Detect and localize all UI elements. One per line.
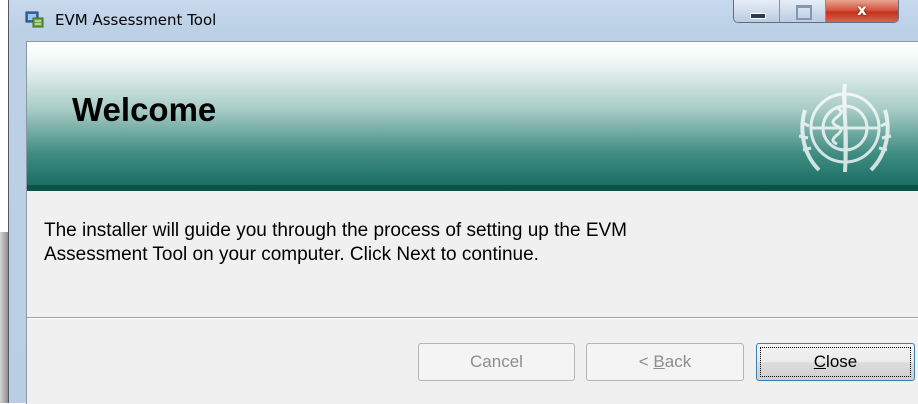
focus-rectangle (760, 347, 911, 377)
cancel-button[interactable]: Cancel (418, 343, 575, 381)
installer-message: The installer will guide you through the… (44, 219, 814, 267)
installer-app-icon (25, 11, 44, 28)
back-mnemonic: B (653, 352, 665, 371)
back-label-rest: ack (664, 352, 692, 371)
back-prefix: < (638, 352, 654, 371)
dialog-client-area: Welcome The installer will guide you thr… (26, 41, 918, 404)
welcome-banner: Welcome (27, 42, 918, 191)
window-title: EVM Assessment Tool (55, 11, 217, 29)
message-line-2: Assessment Tool on your computer. Click … (44, 244, 539, 265)
maximize-button[interactable] (780, 0, 826, 22)
back-button[interactable]: < Back (586, 343, 744, 381)
un-emblem-icon (798, 83, 892, 173)
caption-buttons: x (733, 0, 899, 23)
minimize-button[interactable] (734, 0, 780, 22)
message-line-1: The installer will guide you through the… (44, 220, 627, 241)
window-close-button[interactable]: x (826, 0, 898, 22)
maximize-icon (796, 5, 812, 20)
installer-window: EVM Assessment Tool x Welcome The instal… (8, 0, 918, 404)
minimize-icon (750, 13, 766, 19)
button-separator (27, 317, 918, 319)
close-icon: x (857, 1, 867, 19)
banner-title: Welcome (72, 91, 217, 128)
background-window-edge (0, 0, 8, 403)
title-bar[interactable]: EVM Assessment Tool x (9, 0, 918, 40)
close-button[interactable]: Close (756, 343, 915, 381)
